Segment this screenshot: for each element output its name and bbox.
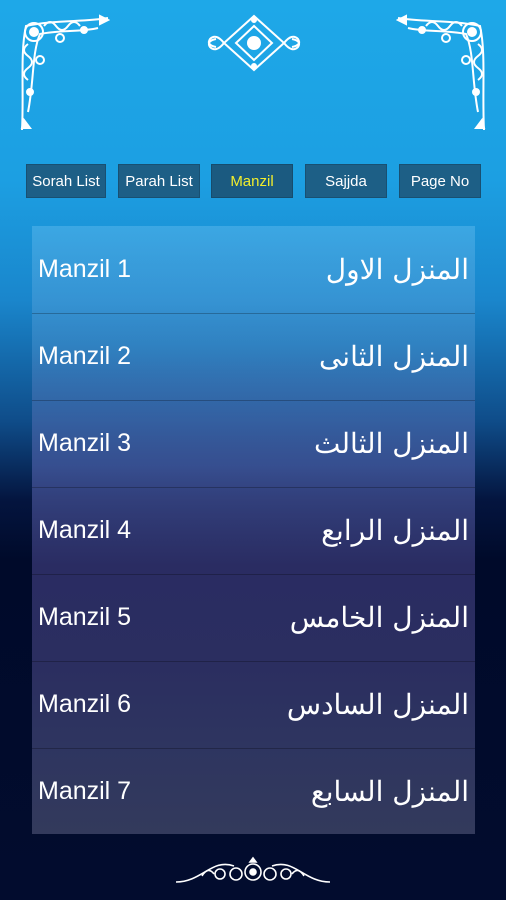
tab-sorah-list[interactable]: Sorah List [26,164,106,198]
manzil-english-label: Manzil 1 [38,255,132,283]
tab-parah-list[interactable]: Parah List [118,164,200,198]
corner-ornament-right-icon [396,14,486,131]
tab-manzil[interactable]: Manzil [211,164,293,198]
manzil-arabic-label: المنزل الرابع [321,514,469,547]
corner-ornament-left-icon [20,14,110,131]
tab-bar: Sorah List Parah List Manzil Sajjda Page… [26,164,482,198]
list-item[interactable]: Manzil 3 المنزل الثالث [32,400,475,488]
manzil-english-label: Manzil 3 [38,429,132,457]
list-item[interactable]: Manzil 2 المنزل الثانی [32,313,475,401]
manzil-arabic-label: المنزل الثالث [314,427,469,460]
divider-ornament-icon [175,856,331,883]
manzil-arabic-label: المنزل الثانی [318,340,469,373]
list-item[interactable]: Manzil 1 المنزل الاول [32,226,475,314]
manzil-arabic-label: المنزل السابع [310,775,469,808]
manzil-english-label: Manzil 2 [38,342,132,370]
list-item[interactable]: Manzil 6 المنزل السادس [32,661,475,749]
tab-sajjda[interactable]: Sajjda [305,164,387,198]
list-item[interactable]: Manzil 7 المنزل السابع [32,748,475,835]
manzil-arabic-label: المنزل الاول [325,253,469,286]
manzil-english-label: Manzil 7 [38,777,132,805]
list-item[interactable]: Manzil 5 المنزل الخامس [32,574,475,662]
medallion-ornament-icon [207,14,301,72]
manzil-english-label: Manzil 5 [38,603,132,631]
manzil-english-label: Manzil 6 [38,690,132,718]
manzil-list: Manzil 1 المنزل الاول Manzil 2 المنزل ال… [32,226,475,834]
tab-page-no[interactable]: Page No [399,164,481,198]
list-item[interactable]: Manzil 4 المنزل الرابع [32,487,475,575]
manzil-english-label: Manzil 4 [38,516,132,544]
manzil-arabic-label: المنزل السادس [286,688,469,721]
manzil-arabic-label: المنزل الخامس [289,601,469,634]
